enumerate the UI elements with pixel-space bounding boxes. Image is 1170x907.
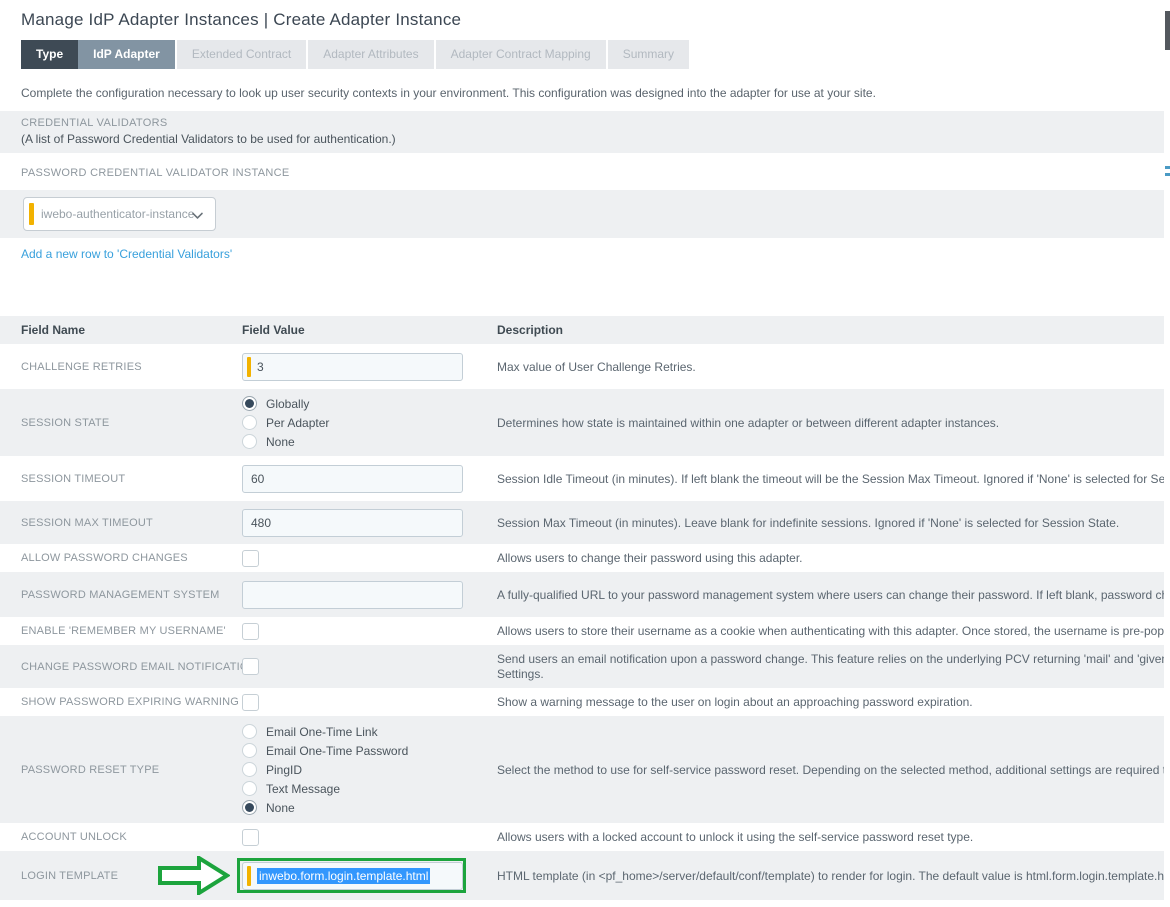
challenge-retries-input[interactable] [242,353,463,381]
wizard-tab-bar: Type IdP Adapter Extended Contract Adapt… [21,40,1164,69]
table-row: LOGIN TEMPLATE inwebo.form.login.templat… [0,851,1164,900]
table-row: ACCOUNT UNLOCK Allows users with a locke… [0,823,1164,851]
column-header-field-value: Field Value [242,323,497,337]
table-row: ALLOW PASSWORD CHANGES Allows users to c… [0,544,1164,572]
credential-validators-subtitle: (A list of Password Credential Validator… [21,132,1164,146]
column-header-description: Description [497,323,1164,337]
login-template-input[interactable]: inwebo.form.login.template.html [242,862,463,890]
tab-adapter-contract-mapping: Adapter Contract Mapping [436,40,606,69]
radio-none[interactable]: None [242,432,497,451]
session-timeout-input[interactable] [242,465,463,493]
allow-password-changes-checkbox[interactable] [242,550,259,567]
radio-text-message[interactable]: Text Message [242,779,497,798]
modified-indicator-bar [247,866,251,886]
account-unlock-checkbox[interactable] [242,829,259,846]
add-credential-validator-link[interactable]: Add a new row to 'Credential Validators' [21,247,232,261]
pcv-instance-label-row: PASSWORD CREDENTIAL VALIDATOR INSTANCE [0,153,1164,190]
tab-summary: Summary [608,40,689,69]
tab-type[interactable]: Type [21,40,78,69]
radio-unselected-icon [242,724,257,739]
radio-unselected-icon [242,415,257,430]
annotation-arrow-icon [158,856,230,895]
radio-unselected-icon [242,781,257,796]
adapter-fields-table: Field Name Field Value Description CHALL… [0,316,1164,907]
radio-selected-icon [242,396,257,411]
table-row: SESSION MAX TIMEOUT Session Max Timeout … [0,501,1164,544]
table-row: SHOW PASSWORD EXPIRING WARNING Show a wa… [0,688,1164,716]
table-row: PASSWORD MANAGEMENT SYSTEM A fully-quali… [0,572,1164,617]
scrollbar-thumb[interactable] [1165,11,1170,50]
radio-email-one-time-password[interactable]: Email One-Time Password [242,741,497,760]
table-row: CHANGE PASSWORD EMAIL NOTIFICATION Send … [0,645,1164,688]
table-row: PASSWORD RESET TYPE Email One-Time Link … [0,716,1164,823]
intro-text: Complete the configuration necessary to … [21,86,1164,100]
radio-unselected-icon [242,743,257,758]
scrollbar-mark [1165,173,1170,176]
pcv-instance-selected-value: iwebo-authenticator-instance [41,207,194,221]
radio-globally[interactable]: Globally [242,394,497,413]
enable-remember-username-checkbox[interactable] [242,623,259,640]
selected-text: inwebo.form.login.template.html [257,868,430,884]
pcv-instance-row: iwebo-authenticator-instance [0,190,1164,238]
radio-none[interactable]: None [242,798,497,817]
password-reset-type-radio-group: Email One-Time Link Email One-Time Passw… [242,722,497,817]
radio-pingid[interactable]: PingID [242,760,497,779]
credential-validators-section-header: CREDENTIAL VALIDATORS (A list of Passwor… [0,111,1164,153]
radio-email-one-time-link[interactable]: Email One-Time Link [242,722,497,741]
table-row: CHALLENGE RETRIES Max value of User Chal… [0,344,1164,389]
scrollbar-mark [1165,166,1170,169]
session-state-radio-group: Globally Per Adapter None [242,394,497,451]
radio-unselected-icon [242,762,257,777]
tab-adapter-attributes: Adapter Attributes [308,40,433,69]
tab-idp-adapter[interactable]: IdP Adapter [78,40,175,69]
table-row: ENABLE 'REMEMBER MY USERNAME' Allows use… [0,617,1164,645]
modified-indicator-bar [29,203,34,225]
change-password-email-notification-checkbox[interactable] [242,658,259,675]
credential-validators-title: CREDENTIAL VALIDATORS [21,117,1164,129]
radio-unselected-icon [242,434,257,449]
table-row: SESSION STATE Globally Per Adapter None [0,389,1164,456]
radio-per-adapter[interactable]: Per Adapter [242,413,497,432]
pcv-instance-select[interactable]: iwebo-authenticator-instance [23,197,216,231]
table-row: LOGOUT PATH Path on the PingFederate ser… [0,900,1164,907]
show-password-expiring-warning-checkbox[interactable] [242,694,259,711]
column-header-field-name: Field Name [21,323,242,337]
page-title: Manage IdP Adapter Instances | Create Ad… [21,10,1164,30]
tab-extended-contract: Extended Contract [177,40,306,69]
password-management-system-input[interactable] [242,581,463,609]
session-max-timeout-input[interactable] [242,509,463,537]
modified-indicator-bar [247,357,251,377]
pingfederate-admin-page: Manage IdP Adapter Instances | Create Ad… [0,0,1170,907]
radio-selected-icon [242,800,257,815]
vertical-scrollbar[interactable] [1164,0,1170,907]
pcv-instance-label: PASSWORD CREDENTIAL VALIDATOR INSTANCE [21,167,290,179]
table-row: SESSION TIMEOUT Session Idle Timeout (in… [0,456,1164,501]
table-header-row: Field Name Field Value Description [0,316,1164,344]
